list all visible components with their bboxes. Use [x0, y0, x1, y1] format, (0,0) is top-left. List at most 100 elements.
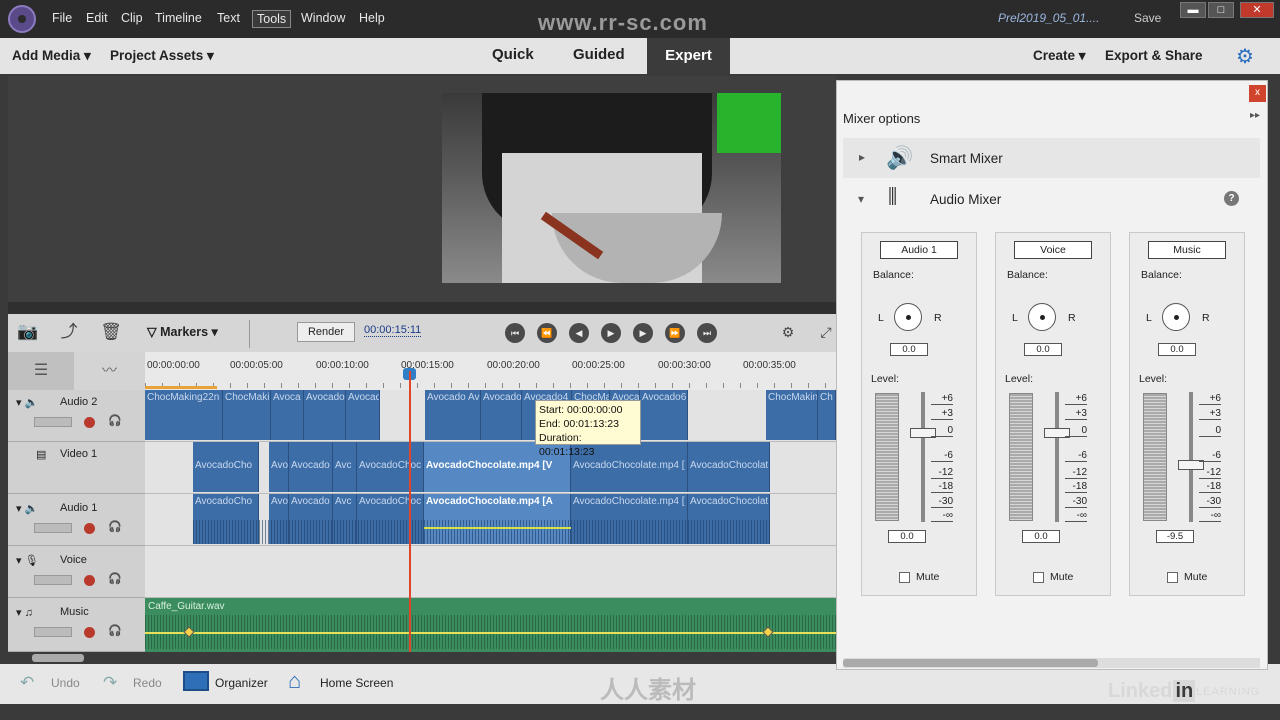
menu-edit[interactable]: Edit: [86, 11, 108, 25]
rotate-icon[interactable]: ⤴: [57, 320, 81, 344]
playhead-line[interactable]: [409, 371, 411, 652]
record-icon[interactable]: [84, 627, 95, 638]
mixer-sliders-icon: ⫼: [888, 186, 898, 208]
level-meter: [1009, 393, 1033, 521]
help-icon[interactable]: ?: [1224, 191, 1239, 206]
video1-clip[interactable]: Avo: [269, 442, 289, 492]
organizer-button[interactable]: Organizer: [215, 676, 268, 690]
record-icon[interactable]: [84, 523, 95, 534]
home-icon[interactable]: ⌂: [288, 668, 301, 694]
video1-clip[interactable]: AvocadoCho: [193, 442, 259, 492]
menu-help[interactable]: Help: [359, 11, 385, 25]
balance-knob[interactable]: [894, 303, 922, 331]
go-to-start-icon[interactable]: ⏮: [505, 323, 525, 343]
rewind-icon[interactable]: ⏪: [537, 323, 557, 343]
video1-clip[interactable]: AvocadoChocolat: [688, 442, 770, 492]
home-screen-button[interactable]: Home Screen: [320, 676, 393, 690]
audio2-clip[interactable]: Avocado: [304, 390, 346, 440]
trash-icon[interactable]: 🗑: [99, 320, 123, 344]
project-assets-button[interactable]: Project Assets ▾: [110, 48, 214, 64]
level-scale-mark: -12: [1199, 467, 1221, 479]
go-to-end-icon[interactable]: ⏭: [697, 323, 717, 343]
redo-icon[interactable]: ↷: [103, 673, 117, 693]
menu-file[interactable]: File: [52, 11, 72, 25]
menu-bar: File Edit Clip Timeline Text Tools Windo…: [0, 0, 1280, 38]
mixer-close-button[interactable]: x: [1249, 85, 1266, 102]
balance-value[interactable]: 0.0: [1158, 343, 1196, 356]
balance-knob[interactable]: [1162, 303, 1190, 331]
level-label: Level:: [871, 373, 900, 385]
mute-checkbox[interactable]: [899, 572, 910, 583]
audio2-clip[interactable]: ChocMaki: [223, 390, 271, 440]
guided-mode-tab[interactable]: Guided: [573, 46, 625, 63]
step-back-icon[interactable]: ◀: [569, 323, 589, 343]
mixer-scroll-thumb[interactable]: [843, 659, 1098, 667]
menu-clip[interactable]: Clip: [121, 11, 143, 25]
current-timecode[interactable]: 00:00:15:11: [364, 324, 422, 337]
create-button[interactable]: Create ▾: [1033, 48, 1086, 64]
settings-gear-icon[interactable]: ⚙: [1236, 44, 1254, 69]
track-options-icon[interactable]: ☰: [8, 352, 74, 390]
video1-clip[interactable]: Avocado: [289, 442, 333, 492]
expand-icon[interactable]: ▸: [859, 150, 865, 164]
maximize-icon[interactable]: □: [1208, 2, 1234, 18]
monitor-settings-icon[interactable]: ⚙: [776, 320, 800, 344]
camera-icon[interactable]: 📷: [16, 320, 40, 344]
fast-forward-icon[interactable]: ⏩: [665, 323, 685, 343]
mute-checkbox[interactable]: [1033, 572, 1044, 583]
level-scale-mark: +3: [931, 408, 953, 420]
panel-divider[interactable]: [8, 302, 836, 314]
undo-button[interactable]: Undo: [51, 676, 80, 690]
level-value[interactable]: 0.0: [888, 530, 926, 543]
export-share-button[interactable]: Export & Share: [1105, 48, 1203, 63]
menu-timeline[interactable]: Timeline: [155, 11, 202, 25]
step-forward-icon[interactable]: ▶: [633, 323, 653, 343]
level-value[interactable]: 0.0: [1022, 530, 1060, 543]
record-icon[interactable]: [84, 575, 95, 586]
balance-knob[interactable]: [1028, 303, 1056, 331]
audio2-clip[interactable]: ChocMakin: [766, 390, 818, 440]
track-scrollbar[interactable]: [32, 654, 84, 662]
level-value[interactable]: -9.5: [1156, 530, 1194, 543]
audio2-clip[interactable]: Avocado Av: [425, 390, 481, 440]
level-scale-mark: 0: [1199, 425, 1221, 437]
level-meter: [1143, 393, 1167, 521]
expert-mode-tab[interactable]: Expert: [647, 38, 730, 74]
audio2-clip[interactable]: Avocado: [346, 390, 380, 440]
audio-waveform-icon[interactable]: 〰: [74, 352, 145, 390]
redo-button[interactable]: Redo: [133, 676, 162, 690]
collapse-icon[interactable]: ▾: [858, 192, 864, 206]
audio2-clip[interactable]: AvocadoC: [481, 390, 522, 440]
markers-button[interactable]: ▽ Markers ▾: [147, 324, 218, 339]
audio2-clip[interactable]: Avoca: [271, 390, 304, 440]
quick-mode-tab[interactable]: Quick: [492, 46, 534, 63]
audio2-clip[interactable]: Avocado6: [640, 390, 688, 440]
close-icon[interactable]: ✕: [1240, 2, 1274, 18]
audio2-clip[interactable]: Ch: [818, 390, 836, 440]
panel-menu-icon[interactable]: ▸▸: [1250, 110, 1260, 121]
headphones-icon[interactable]: 🎧: [108, 624, 122, 637]
undo-icon[interactable]: ↶: [20, 673, 34, 693]
save-button[interactable]: Save: [1134, 11, 1161, 25]
fit-timeline-icon[interactable]: ⤢: [814, 320, 838, 344]
minimize-icon[interactable]: ▬: [1180, 2, 1206, 18]
mute-label: Mute: [1184, 571, 1208, 583]
headphones-icon[interactable]: 🎧: [108, 414, 122, 427]
render-button[interactable]: Render: [297, 322, 355, 342]
audio1-track-header: ▾ 🔈 Audio 1 🎧: [8, 494, 145, 546]
video1-clip[interactable]: AvocadoChoc: [357, 442, 424, 492]
headphones-icon[interactable]: 🎧: [108, 520, 122, 533]
play-icon[interactable]: ▶: [601, 323, 621, 343]
mute-checkbox[interactable]: [1167, 572, 1178, 583]
menu-tools[interactable]: Tools: [252, 10, 292, 28]
menu-text[interactable]: Text: [217, 11, 240, 25]
organizer-icon[interactable]: [183, 671, 209, 691]
add-media-button[interactable]: Add Media ▾: [12, 48, 91, 64]
headphones-icon[interactable]: 🎧: [108, 572, 122, 585]
video1-clip[interactable]: Avc: [333, 442, 357, 492]
balance-value[interactable]: 0.0: [1024, 343, 1062, 356]
record-icon[interactable]: [84, 417, 95, 428]
balance-value[interactable]: 0.0: [890, 343, 928, 356]
menu-window[interactable]: Window: [301, 11, 345, 25]
audio2-clip[interactable]: ChocMaking22n: [145, 390, 223, 440]
